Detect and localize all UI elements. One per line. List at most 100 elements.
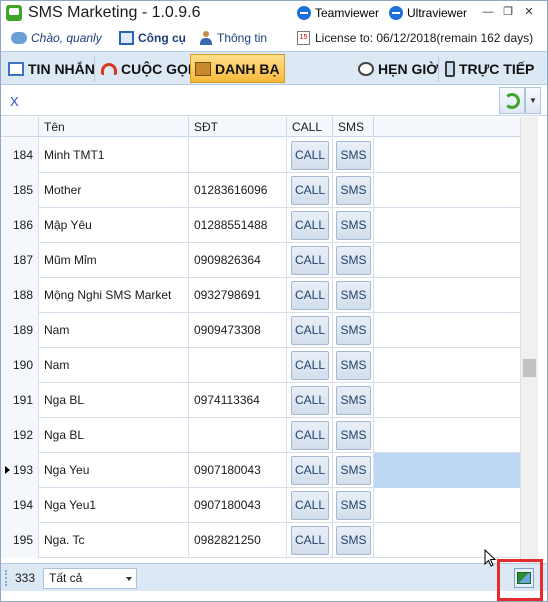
- contact-name[interactable]: Mũm Mỉm: [39, 243, 189, 278]
- header-name[interactable]: Tên: [39, 117, 189, 137]
- table-row[interactable]: 186 Mập Yêu 01288551488 CALL SMS: [1, 208, 520, 243]
- contact-phone[interactable]: 0982821250: [189, 523, 287, 558]
- row-pointer-icon: [5, 466, 10, 474]
- table-row[interactable]: 192 Nga BL CALL SMS: [1, 418, 520, 453]
- contact-name[interactable]: Nga BL: [39, 383, 189, 418]
- tools-menu[interactable]: Công cụ: [119, 31, 186, 45]
- contact-phone[interactable]: 0974113364: [189, 383, 287, 418]
- search-input[interactable]: [4, 89, 496, 113]
- sms-button[interactable]: SMS: [336, 211, 371, 240]
- header-sms[interactable]: SMS: [333, 117, 374, 137]
- contact-name[interactable]: Mập Yêu: [39, 208, 189, 243]
- sms-button[interactable]: SMS: [336, 526, 371, 555]
- highlight-annotation: [497, 559, 543, 601]
- contact-name[interactable]: Mother: [39, 173, 189, 208]
- sms-button[interactable]: SMS: [336, 176, 371, 205]
- contact-name[interactable]: Mộng Nghi SMS Market: [39, 278, 189, 313]
- restore-button[interactable]: ❐: [501, 5, 515, 19]
- call-button[interactable]: CALL: [291, 456, 329, 485]
- clock-icon: [358, 61, 374, 76]
- call-button[interactable]: CALL: [291, 141, 329, 170]
- contact-name[interactable]: Nga Yeu1: [39, 488, 189, 523]
- call-button[interactable]: CALL: [291, 351, 329, 380]
- search-dropdown-button[interactable]: ▼: [525, 87, 541, 114]
- contact-phone[interactable]: 0909473308: [189, 313, 287, 348]
- sms-cell: SMS: [333, 418, 374, 453]
- contact-name[interactable]: Minh TMT1: [39, 138, 189, 173]
- contact-phone[interactable]: 0932798691: [189, 278, 287, 313]
- tab-online[interactable]: TRỰC TIẾP: [440, 54, 539, 83]
- info-label: Thông tin: [217, 31, 268, 45]
- contact-phone[interactable]: 0907180043: [189, 453, 287, 488]
- row-index: 194: [1, 488, 39, 523]
- sms-button[interactable]: SMS: [336, 141, 371, 170]
- table-row[interactable]: 188 Mộng Nghi SMS Market 0932798691 CALL SMS: [1, 278, 520, 313]
- table-row[interactable]: 194 Nga Yeu1 0907180043 CALL SMS: [1, 488, 520, 523]
- table-row[interactable]: 191 Nga BL 0974113364 CALL SMS: [1, 383, 520, 418]
- scrollbar-thumb[interactable]: [523, 359, 536, 377]
- sms-button[interactable]: SMS: [336, 421, 371, 450]
- sms-button[interactable]: SMS: [336, 246, 371, 275]
- tab-schedule[interactable]: HẸN GIỜ: [353, 54, 443, 83]
- tab-contacts[interactable]: DANH BẠ: [190, 54, 285, 83]
- vertical-scrollbar[interactable]: [520, 117, 538, 563]
- contact-name[interactable]: Nga BL: [39, 418, 189, 453]
- table-row[interactable]: 195 Nga. Tc 0982821250 CALL SMS: [1, 523, 520, 558]
- license-info: 15 License to: 06/12/2018(remain 162 day…: [297, 31, 533, 45]
- empty-cell: [374, 278, 520, 313]
- header-index: [1, 117, 39, 137]
- call-button[interactable]: CALL: [291, 281, 329, 310]
- header-call[interactable]: CALL: [287, 117, 333, 137]
- contact-phone[interactable]: 0907180043: [189, 488, 287, 523]
- filter-select[interactable]: Tất cả: [43, 568, 137, 589]
- row-index-text: 188: [13, 288, 34, 302]
- contact-phone[interactable]: [189, 418, 287, 453]
- table-row[interactable]: 187 Mũm Mỉm 0909826364 CALL SMS: [1, 243, 520, 278]
- ultraviewer-link[interactable]: Ultraviewer: [389, 6, 467, 20]
- contact-phone[interactable]: 01288551488: [189, 208, 287, 243]
- info-menu[interactable]: Thông tin: [199, 31, 267, 45]
- call-button[interactable]: CALL: [291, 316, 329, 345]
- table-row[interactable]: 190 Nam CALL SMS: [1, 348, 520, 383]
- teamviewer-link[interactable]: Teamviewer: [297, 6, 379, 20]
- table-row[interactable]: 193 Nga Yeu 0907180043 CALL SMS: [1, 453, 520, 488]
- chevron-down-icon: [126, 577, 132, 581]
- contact-phone[interactable]: [189, 348, 287, 383]
- phone-icon: [101, 62, 117, 75]
- tab-calls[interactable]: CUỘC GỌI: [96, 54, 197, 83]
- call-button[interactable]: CALL: [291, 176, 329, 205]
- sms-button[interactable]: SMS: [336, 456, 371, 485]
- contact-name[interactable]: Nam: [39, 348, 189, 383]
- call-button[interactable]: CALL: [291, 526, 329, 555]
- sms-button[interactable]: SMS: [336, 491, 371, 520]
- sms-cell: SMS: [333, 208, 374, 243]
- table-row[interactable]: 189 Nam 0909473308 CALL SMS: [1, 313, 520, 348]
- table-row[interactable]: 184 Minh TMT1 CALL SMS: [1, 138, 520, 173]
- sms-button[interactable]: SMS: [336, 316, 371, 345]
- sms-button[interactable]: SMS: [336, 351, 371, 380]
- contact-phone[interactable]: [189, 138, 287, 173]
- call-button[interactable]: CALL: [291, 246, 329, 275]
- call-button[interactable]: CALL: [291, 211, 329, 240]
- call-button[interactable]: CALL: [291, 421, 329, 450]
- refresh-button[interactable]: [499, 87, 525, 114]
- title-bar: SMS Marketing - 1.0.9.6 Teamviewer Ultra…: [1, 1, 547, 27]
- call-button[interactable]: CALL: [291, 386, 329, 415]
- header-phone[interactable]: SĐT: [189, 117, 287, 137]
- close-button[interactable]: ✕: [522, 5, 536, 19]
- row-index: 192: [1, 418, 39, 453]
- contact-name[interactable]: Nga. Tc: [39, 523, 189, 558]
- sms-button[interactable]: SMS: [336, 281, 371, 310]
- contact-phone[interactable]: 01283616096: [189, 173, 287, 208]
- tab-messages[interactable]: TIN NHẮN: [3, 54, 100, 83]
- row-index-text: 189: [13, 323, 34, 337]
- contact-name[interactable]: Nga Yeu: [39, 453, 189, 488]
- sms-button[interactable]: SMS: [336, 386, 371, 415]
- contact-phone[interactable]: 0909826364: [189, 243, 287, 278]
- minimize-button[interactable]: —: [481, 5, 495, 19]
- call-button[interactable]: CALL: [291, 491, 329, 520]
- sms-cell: SMS: [333, 348, 374, 383]
- table-row[interactable]: 185 Mother 01283616096 CALL SMS: [1, 173, 520, 208]
- contact-name[interactable]: Nam: [39, 313, 189, 348]
- mouse-cursor-icon: [484, 549, 496, 567]
